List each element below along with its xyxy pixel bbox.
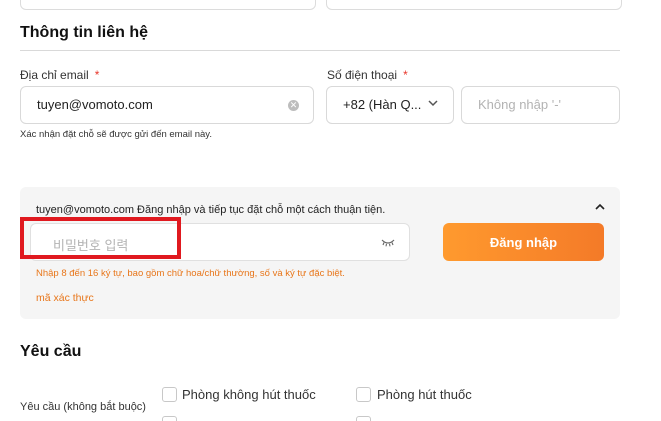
previous-field-input[interactable] <box>20 0 316 10</box>
required-mark: * <box>403 68 408 82</box>
contact-section-title: Thông tin liên hệ <box>20 24 148 41</box>
requests-label: Yêu cầu (không bắt buộc) <box>20 401 146 413</box>
email-value: tuyen@vomoto.com <box>37 97 153 112</box>
login-button[interactable]: Đăng nhập <box>443 223 604 261</box>
phone-field[interactable]: Không nhập '-' <box>461 86 620 124</box>
country-code-select[interactable]: +82 (Hàn Q... <box>326 86 454 124</box>
checkbox-non-smoking[interactable] <box>162 387 177 402</box>
login-panel: tuyen@vomoto.com Đăng nhập và tiếp tục đ… <box>20 187 620 319</box>
eye-closed-icon[interactable] <box>381 237 395 247</box>
checkbox-option-4[interactable] <box>356 416 371 421</box>
country-code-value: +82 (Hàn Q... <box>343 97 422 112</box>
booking-form: Thông tin liên hệ Địa chỉ email * Số điện… <box>0 0 661 421</box>
required-mark: * <box>94 68 100 82</box>
email-label-text: Địa chỉ email <box>20 68 89 82</box>
phone-label-text: Số điện thoại <box>327 68 398 82</box>
previous-field-input-2[interactable] <box>326 0 622 10</box>
chevron-down-icon <box>428 100 438 107</box>
clear-icon[interactable]: ✕ <box>288 100 299 111</box>
requests-section-title: Yêu cầu <box>20 343 82 360</box>
email-field[interactable]: tuyen@vomoto.com ✕ <box>20 86 314 124</box>
email-hint: Xác nhận đặt chỗ sẽ được gửi đến email n… <box>20 129 212 140</box>
login-message: tuyen@vomoto.com Đăng nhập và tiếp tục đ… <box>36 204 386 216</box>
section-divider <box>20 50 620 51</box>
checkbox-option-3[interactable] <box>162 416 177 421</box>
password-rule-hint: Nhập 8 đến 16 ký tự, bao gồm chữ hoa/chữ… <box>36 268 345 279</box>
option-non-smoking-label: Phòng không hút thuốc <box>182 387 316 402</box>
phone-label: Số điện thoại * <box>327 68 408 82</box>
password-input[interactable]: 비밀번호 입력 <box>30 223 410 261</box>
chevron-up-icon[interactable] <box>594 201 606 213</box>
checkbox-smoking[interactable] <box>356 387 371 402</box>
password-placeholder: 비밀번호 입력 <box>53 238 129 253</box>
phone-placeholder: Không nhập '-' <box>478 97 562 112</box>
email-label: Địa chỉ email * <box>20 68 99 82</box>
option-smoking-label: Phòng hút thuốc <box>377 387 472 402</box>
verification-code-link[interactable]: mã xác thực <box>36 292 94 304</box>
